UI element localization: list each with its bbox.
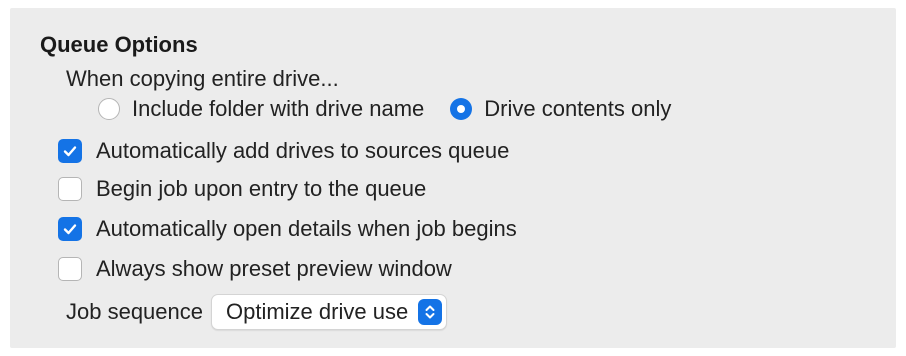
checkbox-label-show-preset-preview: Always show preset preview window — [96, 256, 452, 281]
radio-button-include-folder[interactable] — [98, 98, 120, 120]
checkbox-label-auto-add-drives: Automatically add drives to sources queu… — [96, 138, 510, 163]
radio-include-folder[interactable]: Include folder with drive name — [98, 96, 424, 122]
queue-options-panel: Queue Options When copying entire drive.… — [10, 8, 896, 348]
copy-drive-label: When copying entire drive... — [66, 66, 339, 91]
section-title: Queue Options — [40, 32, 198, 57]
radio-label-include-folder: Include folder with drive name — [132, 96, 425, 121]
checkbox-auto-open-details[interactable]: Automatically open details when job begi… — [58, 216, 517, 242]
chevron-up-down-icon — [418, 299, 443, 325]
radio-button-drive-contents-only[interactable] — [450, 98, 473, 120]
checkmark-icon — [63, 146, 77, 157]
checkbox-label-auto-open-details: Automatically open details when job begi… — [96, 216, 517, 241]
checkbox-box-show-preset-preview[interactable] — [58, 257, 82, 281]
copy-drive-radio-group: Include folder with drive name Drive con… — [98, 96, 697, 122]
job-sequence-select[interactable]: Optimize drive use — [211, 294, 448, 330]
checkbox-auto-add-drives[interactable]: Automatically add drives to sources queu… — [58, 138, 509, 164]
job-sequence-row: Job sequence Optimize drive use — [66, 294, 448, 330]
checkmark-icon — [63, 224, 77, 235]
checkbox-box-auto-open-details[interactable] — [58, 217, 82, 241]
checkbox-show-preset-preview[interactable]: Always show preset preview window — [58, 256, 452, 282]
checkbox-box-auto-add-drives[interactable] — [58, 139, 82, 163]
radio-drive-contents-only[interactable]: Drive contents only — [450, 96, 671, 122]
radio-label-drive-contents-only: Drive contents only — [484, 96, 672, 121]
job-sequence-value: Optimize drive use — [226, 299, 409, 324]
job-sequence-label: Job sequence — [66, 299, 203, 324]
checkbox-label-begin-job: Begin job upon entry to the queue — [96, 176, 427, 201]
checkbox-box-begin-job[interactable] — [58, 177, 82, 201]
checkbox-begin-job[interactable]: Begin job upon entry to the queue — [58, 176, 426, 202]
